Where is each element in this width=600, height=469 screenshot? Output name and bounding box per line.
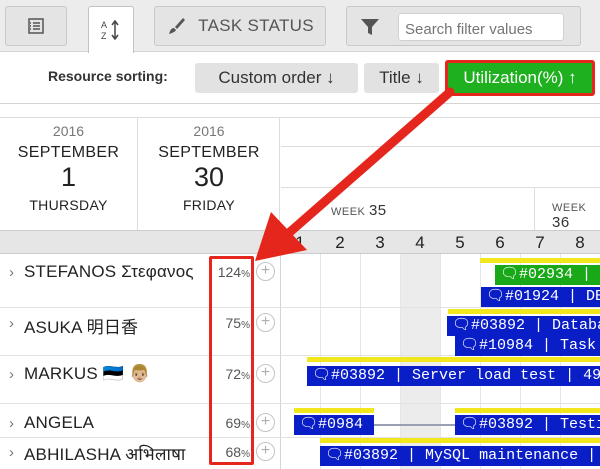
sort-tab-button[interactable]: A Z — [88, 6, 134, 53]
end-year: 2016 — [193, 123, 225, 139]
filter-icon[interactable] — [359, 16, 381, 38]
task-progress-bar — [294, 408, 374, 413]
week-separator — [534, 188, 535, 231]
paintbrush-icon — [169, 18, 186, 34]
task-status-label: TASK STATUS — [198, 16, 314, 35]
day-3: 3 — [375, 233, 385, 252]
day-number-row: 1 2 3 4 5 6 7 8 — [0, 230, 600, 254]
add-task-button[interactable]: + — [256, 262, 275, 281]
chevron-right-icon[interactable]: › — [9, 264, 14, 281]
title-sort-button[interactable]: Title ↓ — [364, 63, 439, 93]
task-progress-bar — [455, 408, 600, 413]
week-36-word: WEEK — [552, 202, 587, 214]
chevron-right-icon[interactable]: › — [9, 444, 14, 461]
week-35-label: WEEK 35 — [331, 202, 387, 219]
svg-text:Z: Z — [101, 31, 107, 41]
svg-text:A: A — [101, 20, 107, 30]
list-view-button[interactable] — [5, 6, 67, 46]
day-5: 5 — [455, 233, 465, 252]
custom-order-sort-button[interactable]: Custom order ↓ — [195, 63, 358, 93]
task-progress-bar — [480, 258, 600, 263]
sort-panel: Resource sorting: Custom order ↓ Title ↓… — [0, 52, 600, 104]
sort-az-icon: A Z — [101, 19, 119, 41]
end-day: 30 — [193, 162, 225, 192]
add-task-button[interactable]: + — [256, 442, 275, 461]
task-bar-0984[interactable]: 🗨#0984 — [294, 415, 374, 435]
add-task-button[interactable]: + — [256, 364, 275, 383]
row-separator — [0, 403, 600, 404]
timeline-top-divider — [281, 146, 600, 147]
start-day: 1 — [60, 162, 77, 192]
task-bar-10984[interactable]: 🗨#10984 | Task 3 — [455, 336, 600, 356]
start-month: SEPTEMBER — [17, 144, 120, 161]
end-month: SEPTEMBER — [158, 144, 260, 161]
chevron-right-icon[interactable]: › — [9, 415, 14, 432]
start-weekday: THURSDAY — [29, 197, 108, 213]
task-progress-bar — [320, 438, 600, 443]
day-6: 6 — [495, 233, 505, 252]
resource-name: ABHILASHA अभिलाषा — [24, 445, 186, 464]
day-4: 4 — [415, 233, 425, 252]
week-36-number: 36 — [552, 214, 570, 231]
dependency-line — [374, 424, 456, 426]
day-8: 8 — [575, 233, 585, 252]
row-separator — [0, 307, 600, 308]
day-1: 1 — [295, 233, 305, 252]
task-status-button[interactable]: TASK STATUS — [154, 6, 326, 46]
resource-name: STEFANOS Στεφανος — [24, 262, 194, 281]
end-date: 2016 SEPTEMBER 30 FRIDAY — [139, 118, 280, 230]
chevron-right-icon[interactable]: › — [9, 315, 14, 332]
utilization-sort-button[interactable]: Utilization(%) ↑ — [445, 60, 595, 96]
resource-name: ASUKA 明日香 — [24, 318, 139, 337]
utilization-highlight-box — [209, 256, 254, 465]
resource-name: MARKUS 🇪🇪 👨🏼 — [24, 364, 151, 383]
day-7: 7 — [535, 233, 545, 252]
task-bar-03892-mysql[interactable]: 🗨#03892 | MySQL maintenance | 45 — [320, 446, 600, 466]
add-task-button[interactable]: + — [256, 413, 275, 432]
week-row: WEEK 35 WEEK 36 — [281, 187, 600, 231]
end-weekday: FRIDAY — [182, 197, 236, 213]
task-bar-03892-testing[interactable]: 🗨#03892 | Testing — [455, 415, 600, 435]
start-date: 2016 SEPTEMBER 1 THURSDAY — [0, 118, 138, 230]
resource-name: ANGELA — [24, 413, 95, 432]
list-icon — [28, 18, 44, 34]
week-35-word: WEEK — [331, 206, 366, 218]
task-bar-01924[interactable]: 🗨#01924 | DEL — [481, 287, 600, 307]
search-filter-input[interactable] — [398, 13, 564, 41]
task-bar-03892-database[interactable]: 🗨#03892 | Databas — [447, 316, 600, 336]
week-36-label: WEEK 36 — [552, 202, 600, 231]
task-progress-bar — [307, 357, 600, 362]
add-task-button[interactable]: + — [256, 313, 275, 332]
start-year: 2016 — [52, 123, 85, 139]
task-bar-02934[interactable]: 🗨#02934 | 3 — [495, 265, 600, 285]
task-bar-03892-server-load[interactable]: 🗨#03892 | Server load test | 49:00 — [307, 366, 600, 386]
resource-sorting-label: Resource sorting: — [48, 68, 168, 84]
task-progress-bar — [448, 309, 600, 314]
chevron-right-icon[interactable]: › — [9, 366, 14, 383]
toolbar: A Z TASK STATUS — [0, 0, 600, 53]
day-2: 2 — [335, 233, 345, 252]
week-35-number: 35 — [368, 202, 387, 219]
